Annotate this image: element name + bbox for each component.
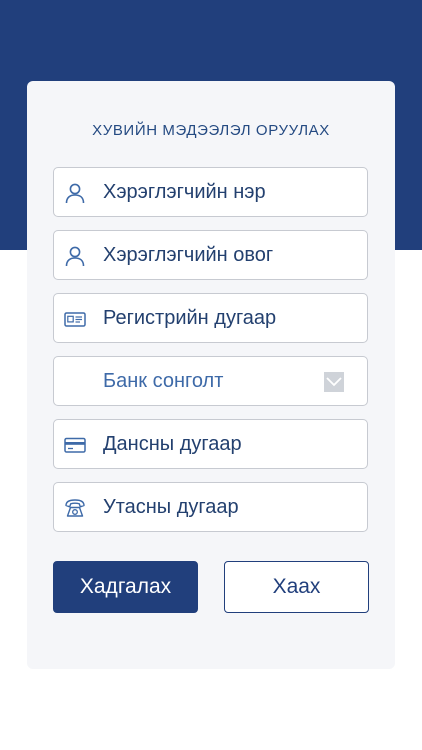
registration-number-field[interactable]: Регистрийн дугаар <box>53 293 368 343</box>
account-number-field[interactable]: Дансны дугаар <box>53 419 368 469</box>
user-icon <box>65 246 85 267</box>
credit-card-icon <box>64 437 86 453</box>
id-card-icon <box>64 312 86 327</box>
form-title: ХУВИЙН МЭДЭЭЛЭЛ ОРУУЛАХ <box>92 122 330 139</box>
bank-select-placeholder: Банк сонголт <box>103 370 224 392</box>
telephone-icon <box>65 499 85 517</box>
first-name-placeholder: Хэрэглэгчийн нэр <box>103 181 266 203</box>
first-name-field[interactable]: Хэрэглэгчийн нэр <box>53 167 368 217</box>
last-name-placeholder: Хэрэглэгчийн овог <box>103 244 274 266</box>
close-button[interactable]: Хаах <box>224 561 369 613</box>
bank-select[interactable]: Банк сонголт <box>53 356 368 406</box>
save-button[interactable]: Хадгалах <box>53 561 198 613</box>
phone-number-placeholder: Утасны дугаар <box>103 496 239 518</box>
last-name-field[interactable]: Хэрэглэгчийн овог <box>53 230 368 280</box>
phone-number-field[interactable]: Утасны дугаар <box>53 482 368 532</box>
registration-number-placeholder: Регистрийн дугаар <box>103 307 277 329</box>
account-number-placeholder: Дансны дугаар <box>103 433 242 455</box>
chevron-down-icon <box>326 377 342 387</box>
dropdown-toggle[interactable] <box>324 372 344 392</box>
personal-info-card: ХУВИЙН МЭДЭЭЛЭЛ ОРУУЛАХ Хэрэглэгчийн нэр… <box>27 81 395 669</box>
user-icon <box>65 183 85 204</box>
